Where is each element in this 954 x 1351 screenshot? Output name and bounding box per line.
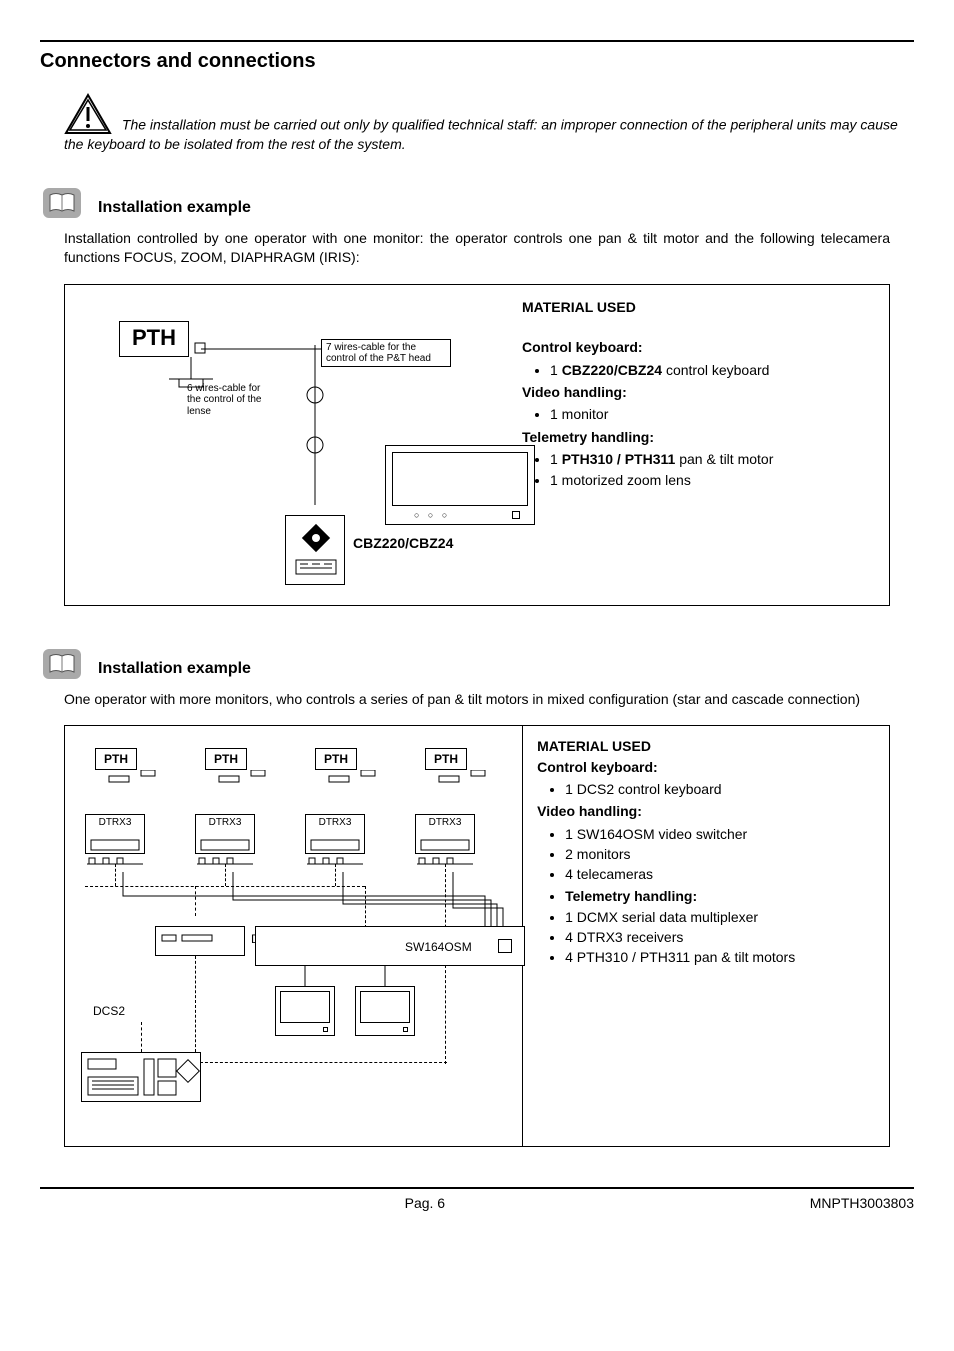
section-title: Connectors and connections (40, 50, 914, 73)
th-item1: 1 PTH310 / PTH311 pan & tilt motor (550, 449, 873, 469)
vh-item-c: 4 telecameras (565, 864, 875, 884)
figure1-material-used: MATERIAL USED Control keyboard: 1 CBZ220… (514, 285, 889, 605)
pth-block-1: PTH (95, 748, 137, 770)
control-keyboard-heading: Control keyboard: (522, 337, 873, 357)
top-border-rule (40, 40, 914, 42)
vh-heading-2: Video handling: (537, 801, 875, 821)
figure2-material-used: MATERIAL USED Control keyboard: 1 DCS2 c… (523, 726, 889, 1146)
monitor-connect-lines (265, 966, 435, 990)
material-used-heading-2: MATERIAL USED (537, 736, 875, 756)
installation-example1-header: Installation example (40, 185, 914, 221)
wire6-label: 6 wires-cable for the control of the len… (187, 383, 277, 418)
th1-bold: PTH310 / PTH311 (562, 451, 676, 467)
dcs2-label: DCS2 (93, 1004, 125, 1018)
th1-prefix: 1 (550, 451, 562, 467)
telemetry-handling-list: 1 PTH310 / PTH311 pan & tilt motor 1 mot… (522, 449, 873, 491)
warning-triangle-icon (64, 93, 112, 135)
th-heading-2: Telemetry handling: (565, 886, 875, 906)
vh-item: 1 monitor (550, 404, 873, 424)
example2-heading: Installation example (98, 660, 251, 682)
ck-list-2: 1 DCS2 control keyboard (537, 779, 875, 799)
page-footer: Pag. 6 MNPTH3003803 (40, 1187, 914, 1211)
dcs2-block (81, 1052, 201, 1102)
figure1-box: PTH 7 wires-cable for the control of the… (64, 284, 890, 606)
th1-suffix: pan & tilt motor (675, 451, 773, 467)
pth-block-3: PTH (315, 748, 357, 770)
th-item-b: 4 DTRX3 receivers (565, 927, 875, 947)
book-icon (40, 646, 84, 682)
warning-paragraph: The installation must be carried out onl… (64, 93, 914, 155)
ck-item-bold: CBZ220/CBZ24 (562, 362, 662, 378)
example1-body: Installation controlled by one operator … (64, 229, 890, 268)
dashed-sw-to-dcs2 (195, 1062, 447, 1063)
pth-block-4: PTH (425, 748, 467, 770)
diagram-vertical-wire (275, 345, 355, 515)
pth-block-2: PTH (205, 748, 247, 770)
example2-body: One operator with more monitors, who con… (64, 690, 890, 710)
ck-item: 1 CBZ220/CBZ24 control keyboard (550, 360, 873, 380)
pth-bases (85, 770, 525, 800)
monitor-block: ○ ○ ○ (385, 445, 535, 525)
solid-video-lines (65, 856, 545, 976)
vh-item-b: 2 monitors (565, 844, 875, 864)
ck-item-2: 1 DCS2 control keyboard (565, 779, 875, 799)
th-item-c: 4 PTH310 / PTH311 pan & tilt motors (565, 947, 875, 967)
vh-list-2: 1 SW164OSM video switcher 2 monitors 4 t… (537, 824, 875, 885)
ck-heading-2: Control keyboard: (537, 757, 875, 777)
warning-text: The installation must be carried out onl… (64, 116, 898, 152)
footer-page-number: Pag. 6 (40, 1195, 810, 1211)
page: Connectors and connections The installat… (0, 0, 954, 1241)
th-item-a: 1 DCMX serial data multiplexer (565, 907, 875, 927)
figure1-diagram: PTH 7 wires-cable for the control of the… (65, 285, 514, 605)
keyboard-block (285, 515, 345, 585)
th-item2: 1 motorized zoom lens (550, 470, 873, 490)
example1-heading: Installation example (98, 199, 251, 221)
monitor-small-2 (355, 986, 415, 1036)
material-used-heading: MATERIAL USED (522, 297, 873, 317)
figure2-box: PTH PTH PTH PTH DTRX3 D (64, 725, 890, 1147)
monitor-small-1 (275, 986, 335, 1036)
video-handling-heading: Video handling: (522, 382, 873, 402)
telemetry-handling-heading: Telemetry handling: (522, 427, 873, 447)
vh-item-a: 1 SW164OSM video switcher (565, 824, 875, 844)
footer-doc-id: MNPTH3003803 (810, 1195, 914, 1211)
figure2-diagram: PTH PTH PTH PTH DTRX3 D (65, 726, 523, 1146)
keyboard-label: CBZ220/CBZ24 (353, 535, 453, 551)
ck-item-suffix: control keyboard (662, 362, 769, 378)
dashed-dcs2-up (141, 1022, 142, 1052)
book-icon (40, 185, 84, 221)
video-handling-list: 1 monitor (522, 404, 873, 424)
th-list-2: Telemetry handling: 1 DCMX serial data m… (537, 886, 875, 967)
ck-item-prefix: 1 (550, 362, 562, 378)
installation-example2-header: Installation example (40, 646, 914, 682)
control-keyboard-list: 1 CBZ220/CBZ24 control keyboard (522, 360, 873, 380)
